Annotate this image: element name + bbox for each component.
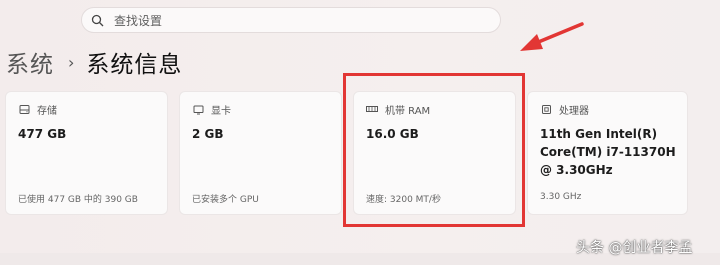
card-detail: 已使用 477 GB 中的 390 GB: [18, 195, 138, 205]
highlight-box: [343, 73, 525, 227]
search-box[interactable]: 查找设置: [81, 7, 501, 33]
storage-card[interactable]: 存储 477 GB 已使用 477 GB 中的 390 GB: [5, 91, 168, 215]
card-value: 477 GB: [18, 127, 67, 141]
search-input[interactable]: 查找设置: [114, 12, 162, 29]
page-title: 系统信息: [86, 52, 183, 78]
gpu-card[interactable]: 显卡 2 GB 已安装多个 GPU: [179, 91, 342, 215]
gpu-icon: [192, 104, 204, 116]
storage-icon: [18, 104, 30, 116]
breadcrumb-parent[interactable]: 系统: [6, 45, 54, 79]
card-detail: 已安装多个 GPU: [192, 195, 259, 205]
card-label: 存储: [37, 106, 57, 117]
card-label: 显卡: [211, 106, 231, 117]
card-value: 11th Gen Intel(R) Core(TM) i7-11370H @ 3…: [540, 127, 676, 177]
search-icon: [91, 13, 105, 27]
card-label: 处理器: [559, 106, 589, 117]
cpu-icon: [540, 104, 552, 116]
breadcrumb-separator: ›: [68, 52, 75, 72]
cpu-card[interactable]: 处理器 11th Gen Intel(R) Core(TM) i7-11370H…: [527, 91, 688, 215]
watermark: 头条 @创业者李孟: [576, 240, 693, 256]
annotation-arrow-icon: [520, 22, 584, 51]
card-value: 2 GB: [192, 127, 224, 141]
card-detail: 3.30 GHz: [540, 192, 582, 202]
breadcrumb: 系统 › 系统信息: [6, 44, 182, 80]
